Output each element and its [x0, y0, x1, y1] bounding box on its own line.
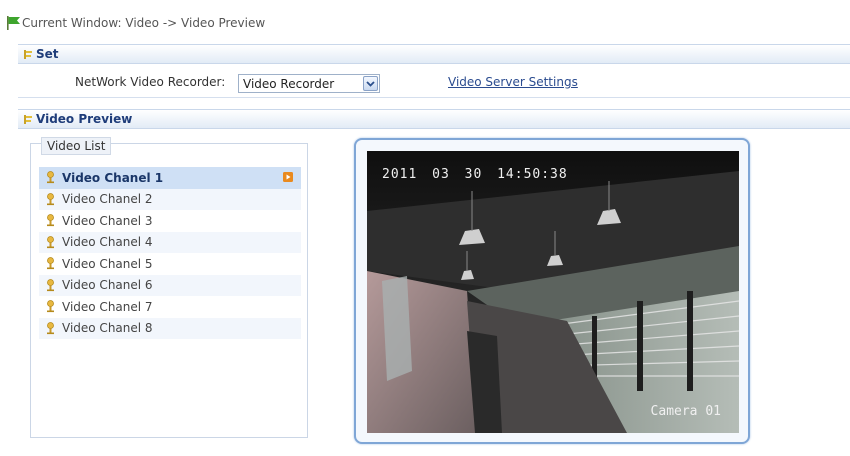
- video-channel-label: Video Chanel 3: [62, 213, 153, 228]
- video-channel-label: Video Chanel 1: [62, 170, 164, 185]
- breadcrumb: Current Window: Video -> Video Preview: [0, 12, 850, 34]
- osd-camera-label: Camera 01: [650, 404, 721, 419]
- camera-icon: [47, 300, 54, 313]
- video-screen[interactable]: 2011 03 30 14:50:38 Camera 01: [367, 151, 739, 433]
- video-channel-list: Video Chanel 1 Video Chanel 2 Video Chan…: [39, 167, 301, 339]
- recorder-select[interactable]: Video Recorder: [238, 74, 380, 93]
- video-channel-item[interactable]: Video Chanel 1: [39, 167, 301, 189]
- video-channel-item[interactable]: Video Chanel 7: [39, 296, 301, 318]
- chevron-down-icon: [366, 81, 375, 87]
- camera-icon: [47, 278, 54, 291]
- video-channel-item[interactable]: Video Chanel 2: [39, 188, 301, 210]
- set-row: NetWork Video Recorder: Video Recorder V…: [18, 66, 850, 98]
- video-list-title: Video List: [41, 137, 112, 155]
- video-channel-label: Video Chanel 4: [62, 235, 153, 250]
- camera-icon: [47, 214, 54, 227]
- video-channel-item[interactable]: Video Chanel 4: [39, 231, 301, 253]
- set-section-header: Set: [18, 44, 850, 64]
- video-channel-label: Video Chanel 6: [62, 278, 153, 293]
- video-channel-item[interactable]: Video Chanel 8: [39, 317, 301, 339]
- camera-icon: [47, 171, 54, 184]
- recorder-label: NetWork Video Recorder:: [75, 75, 226, 89]
- video-server-settings-link[interactable]: Video Server Settings: [448, 75, 578, 89]
- breadcrumb-text: Current Window: Video -> Video Preview: [22, 16, 266, 30]
- video-preview-section-title: Video Preview: [36, 112, 133, 126]
- camera-icon: [47, 235, 54, 248]
- video-channel-item[interactable]: Video Chanel 3: [39, 210, 301, 232]
- camera-icon: [47, 192, 54, 205]
- camera-icon: [47, 257, 54, 270]
- video-channel-item[interactable]: Video Chanel 6: [39, 274, 301, 296]
- section-marker-icon: [24, 115, 32, 124]
- video-preview-section-header: Video Preview: [18, 109, 850, 129]
- set-section-title: Set: [36, 47, 59, 61]
- video-list-panel: Video List Video Chanel 1 Video Chanel 2: [30, 137, 308, 438]
- recorder-select-value: Video Recorder: [243, 77, 335, 91]
- video-channel-label: Video Chanel 5: [62, 256, 153, 271]
- video-preview-frame: 2011 03 30 14:50:38 Camera 01: [354, 138, 750, 444]
- flag-icon: [7, 16, 20, 30]
- recorder-select-button[interactable]: [363, 76, 378, 91]
- video-channel-label: Video Chanel 2: [62, 192, 153, 207]
- play-icon[interactable]: [283, 172, 293, 182]
- video-channel-item[interactable]: Video Chanel 5: [39, 253, 301, 275]
- video-channel-label: Video Chanel 8: [62, 321, 153, 336]
- video-channel-label: Video Chanel 7: [62, 299, 153, 314]
- section-marker-icon: [24, 50, 32, 59]
- osd-timestamp: 2011 03 30 14:50:38: [382, 167, 568, 182]
- camera-icon: [47, 321, 54, 334]
- camera-feed-image: [367, 151, 739, 433]
